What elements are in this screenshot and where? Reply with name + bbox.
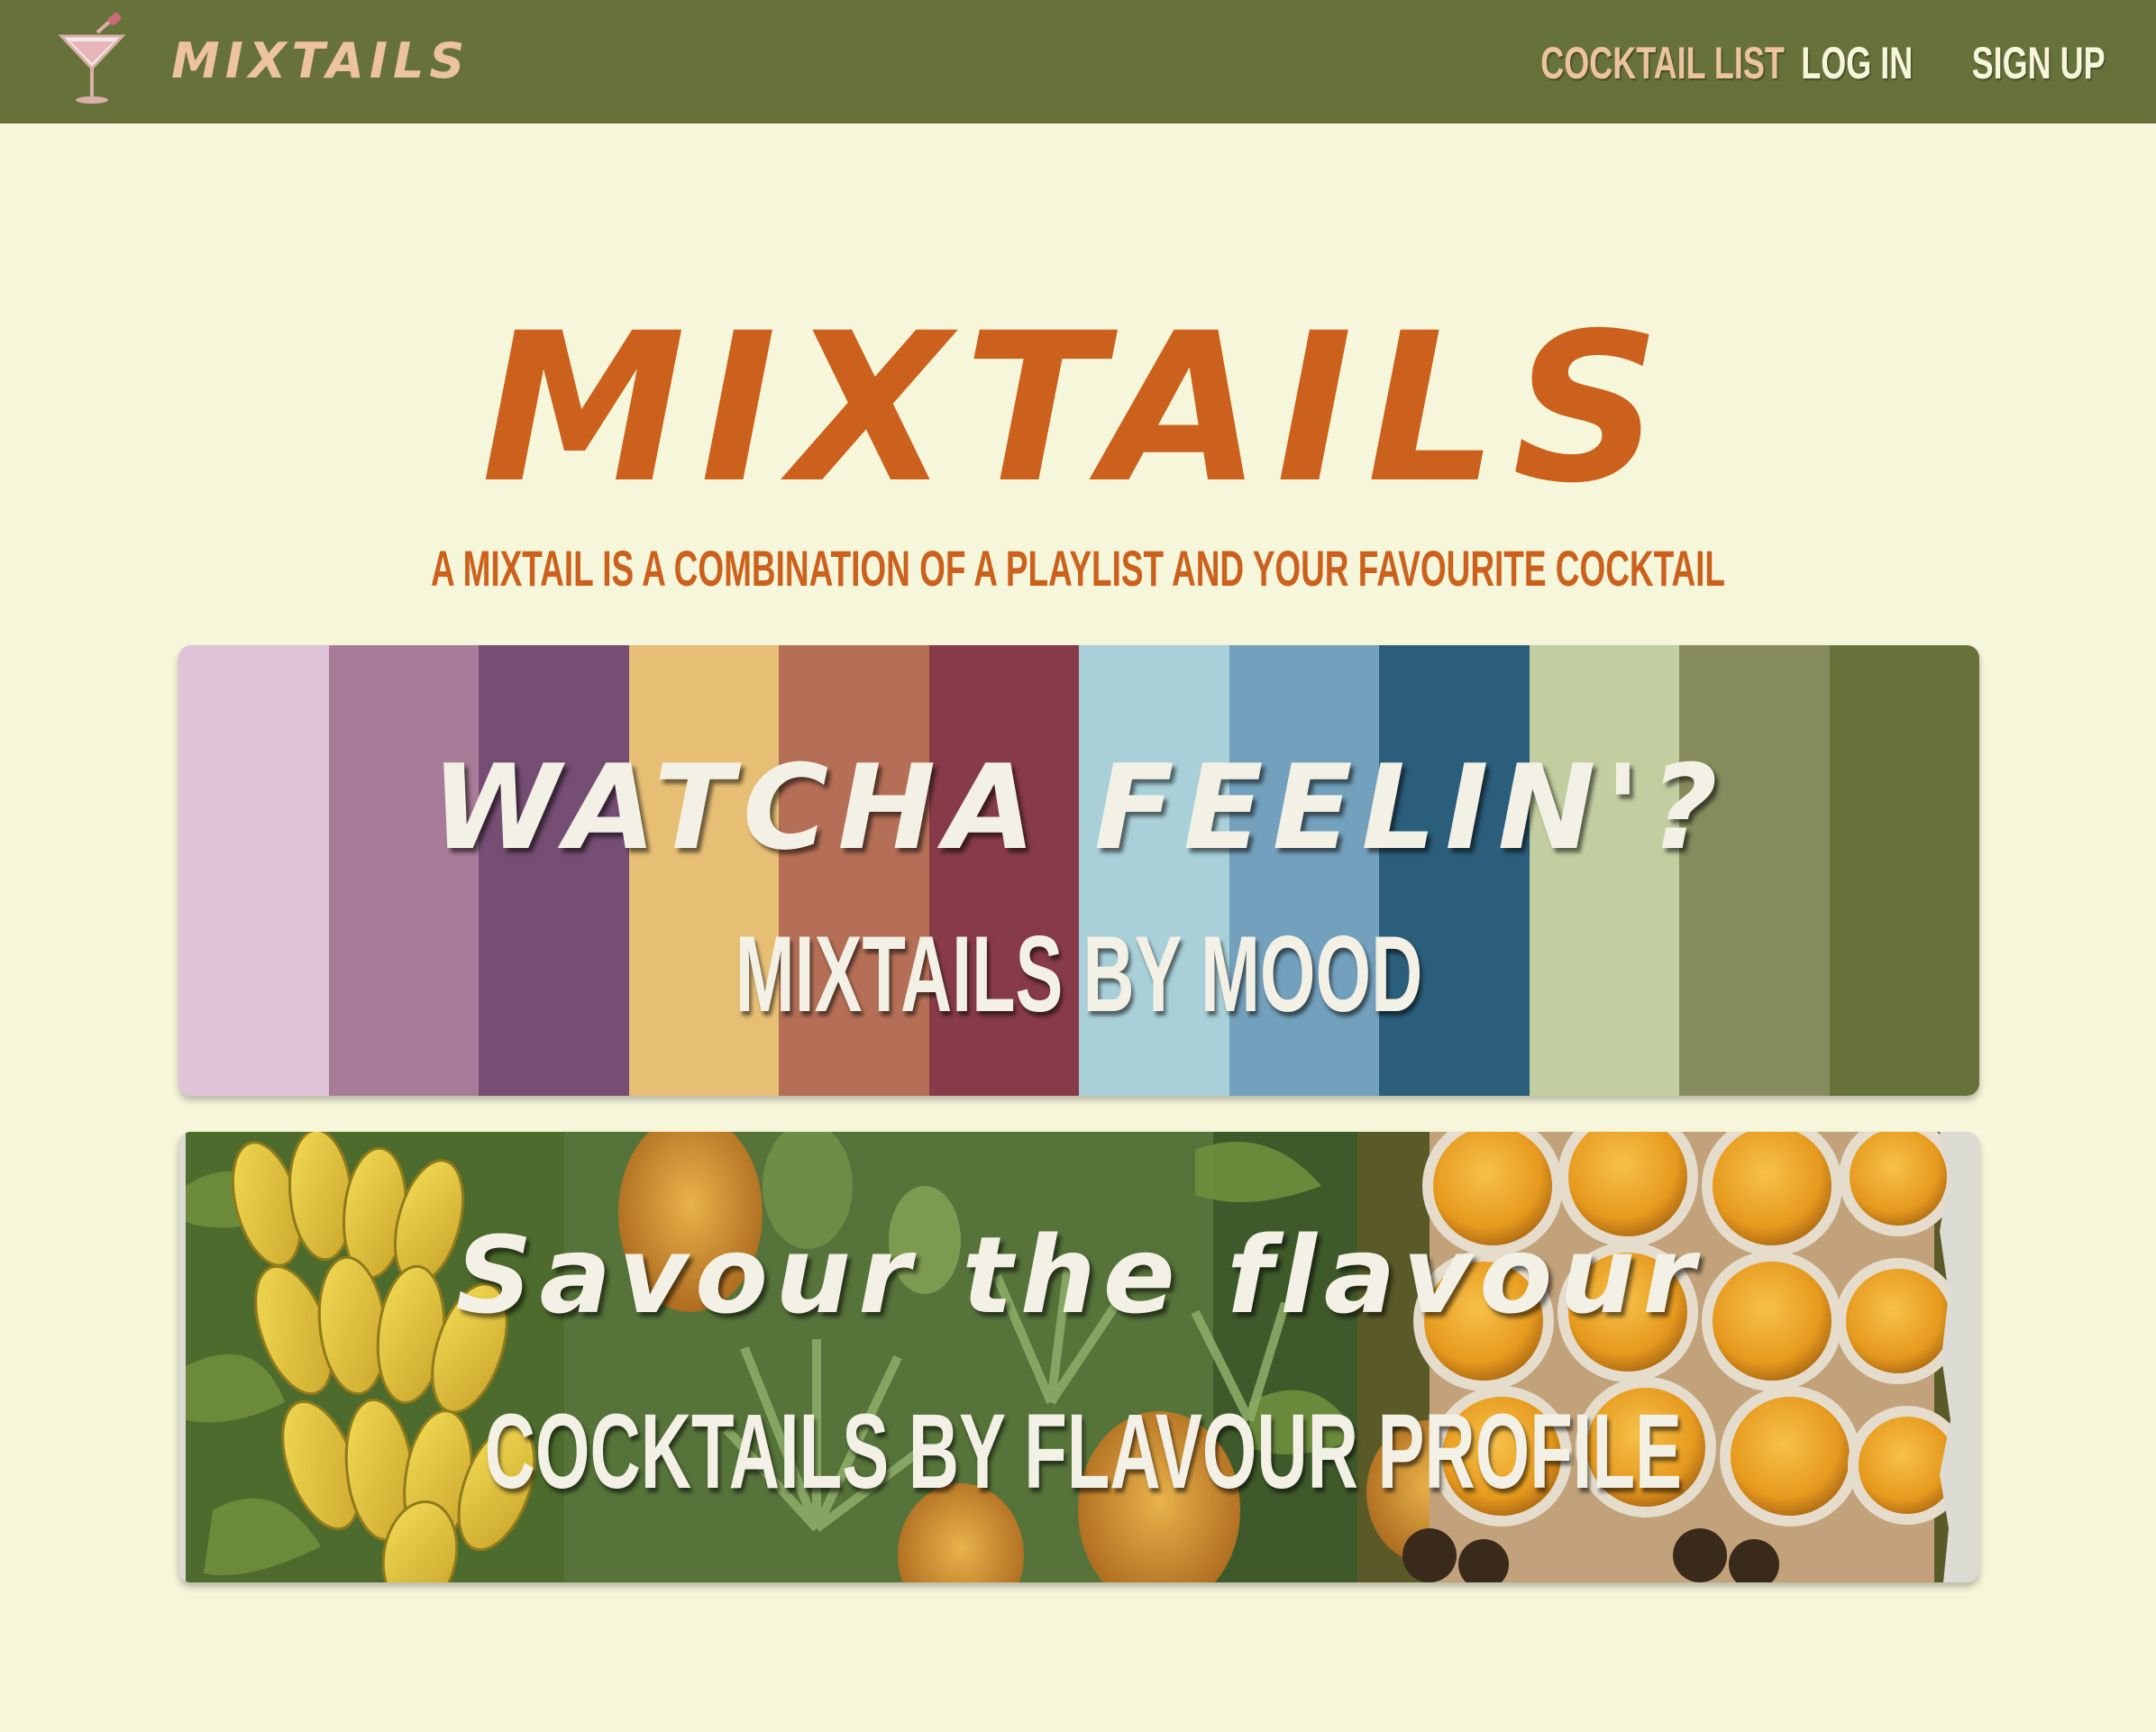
nav-link-log-in[interactable]: LOG IN	[1801, 27, 1913, 99]
nav-link-sign-up[interactable]: SIGN UP	[1972, 27, 2106, 99]
hero-title: MIXTAILS	[480, 288, 1676, 528]
mood-card[interactable]: WATCHA FEELIN'? MIXTAILS BY MOOD	[178, 645, 1979, 1096]
mood-card-heading: WATCHA FEELIN'?	[431, 739, 1727, 876]
flavour-card[interactable]: Savour the flavour COCKTAILS BY FLAVOUR …	[178, 1132, 1979, 1582]
navbar: MIXTAILS COCKTAIL LIST LOG IN SIGN UP	[0, 0, 2156, 123]
flavour-card-subheading: COCKTAILS BY FLAVOUR PROFILE	[484, 1392, 1682, 1511]
nav-brand[interactable]: MIXTAILS	[171, 25, 470, 97]
hero-subtitle: A MIXTAIL IS A COMBINATION OF A PLAYLIST…	[431, 540, 1725, 597]
flavour-card-heading: Savour the flavour	[455, 1213, 1703, 1337]
mood-card-subheading: MIXTAILS BY MOOD	[735, 914, 1423, 1035]
tropical-fruit-image	[186, 1132, 1958, 1582]
nav-link-cocktail-list[interactable]: COCKTAIL LIST	[1541, 27, 1786, 99]
martini-glass-icon[interactable]	[58, 13, 126, 106]
nav-links: COCKTAIL LIST LOG IN SIGN UP	[1446, 27, 2106, 99]
